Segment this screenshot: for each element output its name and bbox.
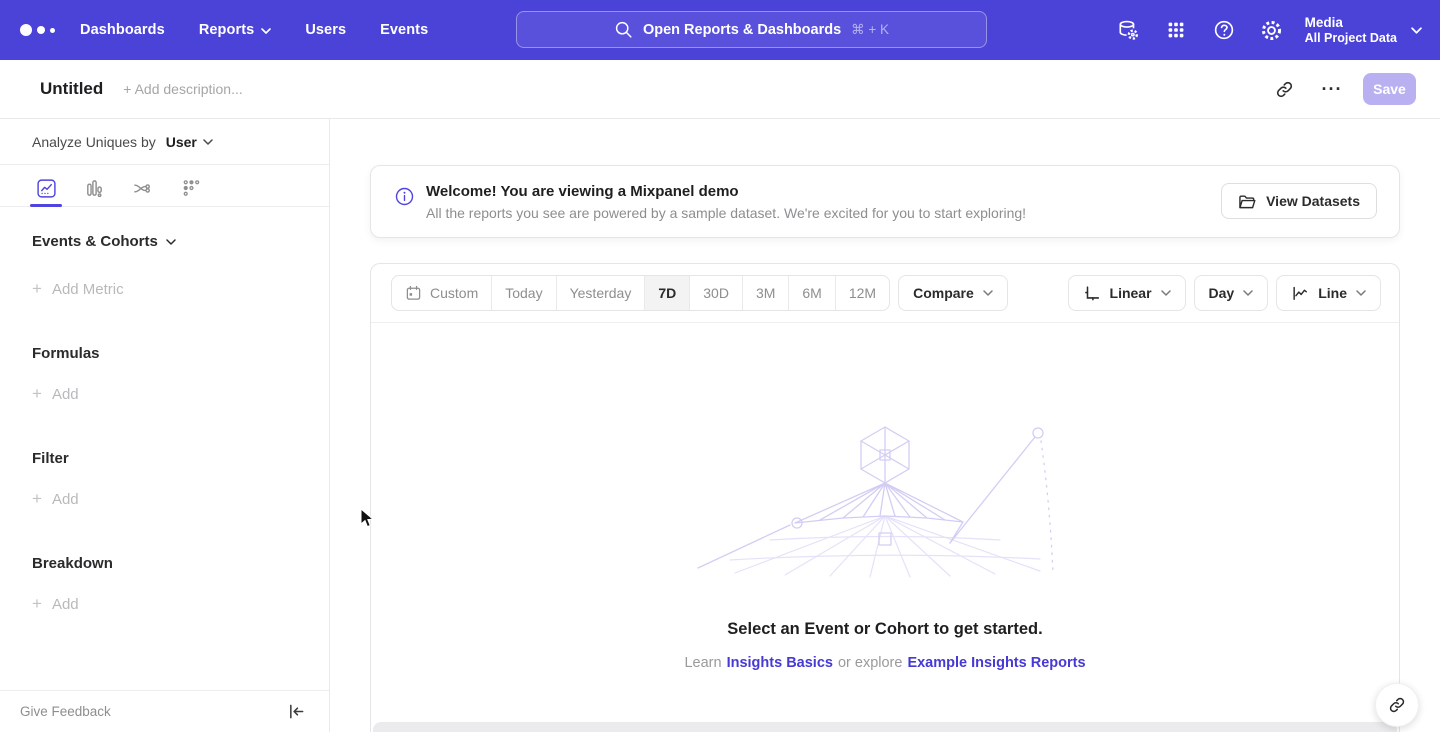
compare-dropdown[interactable]: Compare — [898, 275, 1008, 311]
empty-state-title: Select an Event or Cohort to get started… — [371, 620, 1399, 639]
chart-type-dropdown[interactable]: Line — [1276, 275, 1381, 311]
chart-toolbar: Custom Today Yesterday 7D 30D 3M 6M 12M … — [371, 264, 1399, 323]
global-search-input[interactable]: Open Reports & Dashboards ⌘ + K — [516, 11, 987, 48]
help-icon[interactable] — [1205, 11, 1243, 49]
folder-icon — [1238, 193, 1257, 210]
plus-icon: + — [32, 489, 42, 509]
mixpanel-logo[interactable] — [20, 24, 66, 36]
view-datasets-button[interactable]: View Datasets — [1221, 183, 1377, 219]
report-header: Untitled + Add description... ··· Save — [0, 60, 1440, 119]
search-placeholder: Open Reports & Dashboards — [643, 22, 841, 38]
chevron-down-icon — [1356, 290, 1366, 296]
banner-body: All the reports you see are powered by a… — [426, 205, 1026, 221]
date-range-control: Custom Today Yesterday 7D 30D 3M 6M 12M — [391, 275, 890, 311]
events-cohorts-header[interactable]: Events & Cohorts — [32, 233, 329, 250]
chevron-down-icon — [1161, 290, 1171, 296]
tab-bar-chart[interactable] — [78, 173, 110, 203]
linear-axes-icon — [1083, 284, 1101, 302]
chevron-down-icon — [1243, 290, 1253, 296]
chevron-down-icon — [1411, 27, 1422, 34]
add-metric-button[interactable]: + Add Metric — [32, 279, 329, 299]
add-description-field[interactable]: + Add description... — [123, 81, 242, 97]
plus-icon: + — [32, 594, 42, 614]
add-breakdown-button[interactable]: + Add — [32, 594, 329, 614]
give-feedback-link[interactable]: Give Feedback — [20, 704, 111, 719]
line-chart-icon — [1291, 284, 1309, 302]
add-filter-button[interactable]: + Add — [32, 489, 329, 509]
date-range-custom[interactable]: Custom — [392, 276, 491, 310]
empty-state: Select an Event or Cohort to get started… — [371, 323, 1399, 671]
query-builder-sidebar: Analyze Uniques by User — [0, 119, 330, 732]
search-icon — [614, 20, 633, 39]
breakdown-header: Breakdown — [32, 555, 329, 572]
report-title[interactable]: Untitled — [40, 79, 103, 99]
project-scope: All Project Data — [1305, 31, 1397, 46]
project-switcher[interactable]: Media All Project Data — [1305, 14, 1422, 46]
interval-dropdown[interactable]: Day — [1194, 275, 1269, 311]
save-button[interactable]: Save — [1363, 73, 1416, 105]
plus-icon: + — [32, 279, 42, 299]
project-name: Media — [1305, 14, 1397, 31]
search-shortcut: ⌘ + K — [851, 22, 889, 38]
nav-dashboards[interactable]: Dashboards — [80, 22, 165, 38]
main-content: Welcome! You are viewing a Mixpanel demo… — [330, 119, 1440, 732]
info-icon — [395, 187, 414, 237]
nav-reports[interactable]: Reports — [199, 22, 272, 38]
insights-basics-link[interactable]: Insights Basics — [727, 655, 833, 671]
tab-flows[interactable] — [126, 173, 158, 203]
data-management-icon[interactable] — [1109, 11, 1147, 49]
tab-line-chart[interactable] — [30, 173, 62, 203]
results-table-edge — [373, 722, 1397, 732]
welcome-banner: Welcome! You are viewing a Mixpanel demo… — [370, 165, 1400, 238]
analyze-by-dropdown[interactable]: User — [166, 134, 213, 150]
filter-header: Filter — [32, 450, 329, 467]
nav-users[interactable]: Users — [305, 22, 346, 38]
date-range-3m[interactable]: 3M — [742, 276, 788, 310]
apps-grid-icon[interactable] — [1157, 11, 1195, 49]
date-range-7d[interactable]: 7D — [644, 276, 689, 310]
more-menu-icon[interactable]: ··· — [1315, 72, 1349, 106]
add-formula-button[interactable]: + Add — [32, 384, 329, 404]
banner-title: Welcome! You are viewing a Mixpanel demo — [426, 183, 1026, 200]
collapse-sidebar-icon[interactable] — [288, 703, 305, 720]
date-range-6m[interactable]: 6M — [788, 276, 834, 310]
empty-state-hint: Learn Insights Basics or explore Example… — [371, 655, 1399, 671]
date-range-yesterday[interactable]: Yesterday — [556, 276, 645, 310]
tab-retention[interactable] — [174, 173, 206, 203]
report-card: Custom Today Yesterday 7D 30D 3M 6M 12M … — [370, 263, 1400, 732]
date-range-today[interactable]: Today — [491, 276, 555, 310]
chevron-down-icon — [983, 290, 993, 296]
copy-link-icon[interactable] — [1267, 72, 1301, 106]
settings-gear-icon[interactable] — [1253, 11, 1291, 49]
calendar-icon — [405, 285, 422, 302]
chevron-down-icon — [261, 26, 271, 34]
date-range-30d[interactable]: 30D — [689, 276, 742, 310]
example-reports-link[interactable]: Example Insights Reports — [907, 655, 1085, 671]
scale-dropdown[interactable]: Linear — [1068, 275, 1186, 311]
empty-state-illustration — [695, 423, 1075, 578]
date-range-12m[interactable]: 12M — [835, 276, 889, 310]
plus-icon: + — [32, 384, 42, 404]
nav-events[interactable]: Events — [380, 22, 428, 38]
analyze-label: Analyze Uniques by — [32, 134, 156, 150]
top-nav: Dashboards Reports Users Events Open Rep… — [0, 0, 1440, 60]
share-link-button[interactable] — [1375, 683, 1419, 727]
formulas-header: Formulas — [32, 345, 329, 362]
